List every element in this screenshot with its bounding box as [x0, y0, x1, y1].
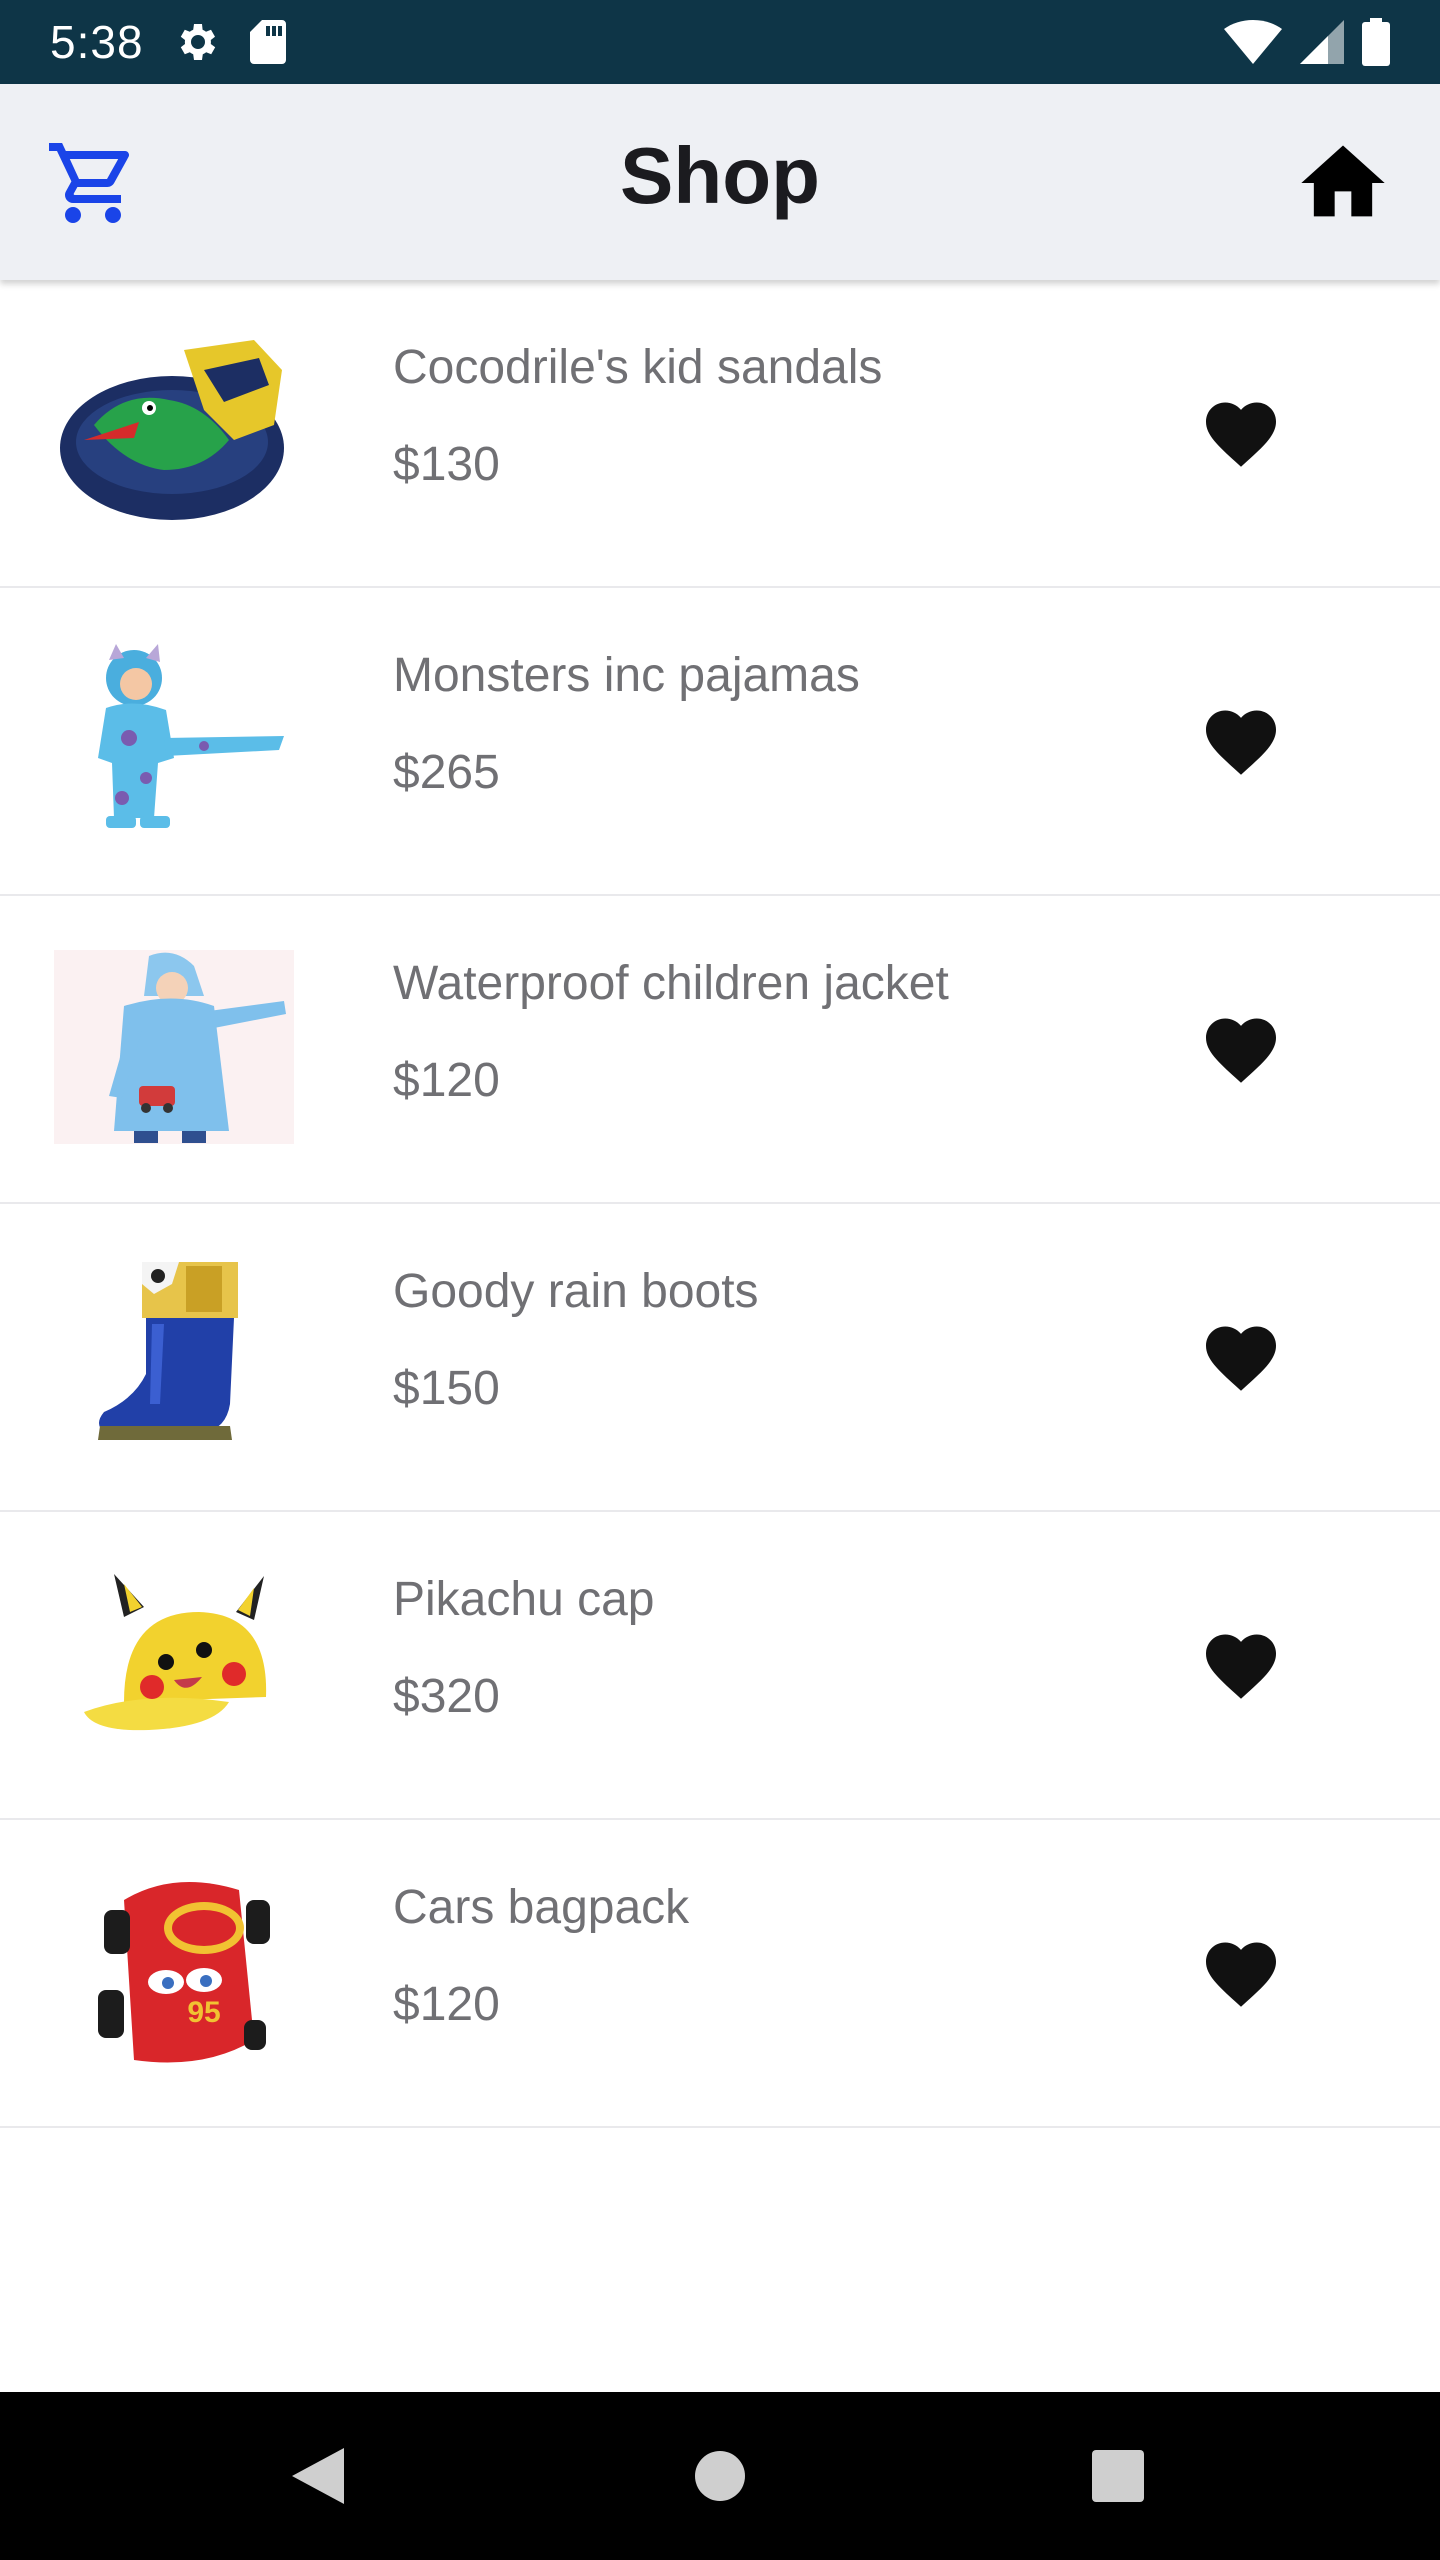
favorite-button[interactable] [1193, 1926, 1289, 2022]
heart-icon [1206, 710, 1276, 775]
app-bar: Shop [0, 84, 1440, 280]
product-name: Cars bagpack [393, 1881, 690, 1934]
page-title: Shop [620, 131, 820, 220]
home-button[interactable] [1290, 130, 1396, 236]
product-price: $120 [393, 1978, 500, 2031]
product-card[interactable]: Goody rain boots $150 [0, 1204, 1440, 1512]
product-image-sandals [54, 330, 294, 530]
recents-icon [1092, 2450, 1144, 2502]
product-name: Goody rain boots [393, 1265, 759, 1318]
status-bar: 5:38 [0, 0, 1440, 84]
settings-icon [180, 24, 215, 60]
favorite-button[interactable] [1193, 694, 1289, 790]
product-card[interactable]: Monsters inc pajamas $265 [0, 588, 1440, 896]
heart-icon [1206, 402, 1276, 467]
heart-icon [1206, 1326, 1276, 1391]
status-time: 5:38 [50, 16, 144, 68]
product-name: Pikachu cap [393, 1573, 655, 1626]
wifi-icon [1224, 20, 1282, 64]
heart-icon [1206, 1634, 1276, 1699]
product-image-boots [54, 1254, 294, 1454]
product-price: $265 [393, 746, 500, 799]
product-image-backpack: 95 [54, 1870, 294, 2070]
heart-icon [1206, 1018, 1276, 1083]
favorite-button[interactable] [1193, 1618, 1289, 1714]
product-image-cap [54, 1562, 294, 1762]
product-card[interactable]: Waterproof children jacket $120 [0, 896, 1440, 1204]
product-name: Waterproof children jacket [393, 957, 949, 1010]
nav-recents-button[interactable] [1068, 2426, 1168, 2526]
product-name: Cocodrile's kid sandals [393, 341, 883, 394]
home-icon [1301, 145, 1385, 217]
sd-card-icon [249, 20, 286, 64]
system-nav-bar [0, 2392, 1440, 2560]
svg-text:95: 95 [187, 1996, 220, 2029]
heart-icon [1206, 1942, 1276, 2007]
product-price: $320 [393, 1670, 500, 1723]
battery-icon [1362, 18, 1390, 66]
signal-icon [1300, 20, 1344, 64]
back-icon [292, 2448, 344, 2504]
product-image-jacket [54, 946, 294, 1146]
product-price: $150 [393, 1362, 500, 1415]
product-name: Monsters inc pajamas [393, 649, 860, 702]
product-card[interactable]: Cocodrile's kid sandals $130 [0, 280, 1440, 588]
product-card[interactable]: Pikachu cap $320 [0, 1512, 1440, 1820]
product-image-pajamas [54, 638, 294, 838]
product-card[interactable]: 95 Cars bagpack $120 [0, 1820, 1440, 2128]
product-list: Cocodrile's kid sandals $130 Monsters in… [0, 280, 1440, 2128]
product-price: $120 [393, 1054, 500, 1107]
favorite-button[interactable] [1193, 1002, 1289, 1098]
favorite-button[interactable] [1193, 386, 1289, 482]
product-price: $130 [393, 438, 500, 491]
nav-home-button[interactable] [670, 2426, 770, 2526]
nav-back-button[interactable] [268, 2426, 368, 2526]
favorite-button[interactable] [1193, 1310, 1289, 1406]
home-circle-icon [695, 2451, 745, 2501]
